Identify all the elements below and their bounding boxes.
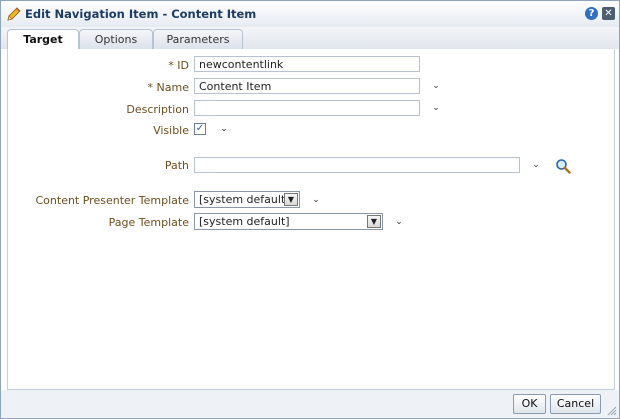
search-icon[interactable] bbox=[555, 158, 571, 174]
id-field[interactable]: newcontentlink bbox=[194, 56, 420, 72]
help-icon[interactable]: ? bbox=[585, 7, 598, 20]
tab-bar: Target Options Parameters bbox=[1, 27, 619, 51]
visible-label: Visible bbox=[153, 124, 189, 137]
page-template-value: [system default] bbox=[199, 215, 290, 228]
description-field[interactable] bbox=[194, 100, 420, 116]
name-required-mark: * bbox=[147, 81, 154, 94]
content-presenter-template-value: [system default] bbox=[199, 193, 290, 206]
name-label: * Name bbox=[101, 81, 189, 94]
edit-navigation-item-dialog: Edit Navigation Item - Content Item ? ✕ … bbox=[0, 0, 620, 419]
id-required-mark: * bbox=[168, 59, 174, 72]
name-field[interactable]: Content Item bbox=[194, 78, 420, 94]
page-template-label: Page Template bbox=[108, 216, 189, 229]
tab-target[interactable]: Target bbox=[7, 29, 79, 51]
ok-button[interactable]: OK bbox=[513, 394, 546, 414]
tab-options[interactable]: Options bbox=[79, 29, 153, 50]
content-presenter-template-chevron-down-icon[interactable]: ⌄ bbox=[311, 195, 321, 205]
tab-parameters[interactable]: Parameters bbox=[153, 29, 243, 50]
name-label-text: Name bbox=[156, 81, 189, 94]
page-template-chevron-down-icon[interactable]: ⌄ bbox=[394, 217, 404, 227]
path-chevron-down-icon[interactable]: ⌄ bbox=[531, 160, 541, 170]
path-field[interactable] bbox=[194, 157, 520, 173]
id-label-text: ID bbox=[177, 59, 189, 72]
page-template-select[interactable]: [system default] ▼ bbox=[194, 213, 383, 230]
resize-grip-icon[interactable] bbox=[605, 404, 617, 416]
pencil-icon bbox=[7, 7, 21, 21]
content-presenter-template-select[interactable]: [system default] ▼ bbox=[194, 191, 300, 208]
select-arrow-icon[interactable]: ▼ bbox=[367, 215, 381, 228]
dialog-titlebar: Edit Navigation Item - Content Item ? ✕ bbox=[1, 1, 619, 27]
select-arrow-icon[interactable]: ▼ bbox=[284, 193, 298, 206]
name-chevron-down-icon[interactable]: ⌄ bbox=[431, 81, 441, 91]
path-label: Path bbox=[164, 159, 189, 172]
visible-checkbox[interactable]: ✓ bbox=[194, 123, 206, 135]
close-icon[interactable]: ✕ bbox=[602, 7, 615, 20]
id-label: * ID bbox=[101, 59, 189, 72]
dialog-title: Edit Navigation Item - Content Item bbox=[25, 7, 257, 21]
description-label: Description bbox=[126, 103, 189, 116]
cancel-button[interactable]: Cancel bbox=[550, 394, 601, 414]
description-chevron-down-icon[interactable]: ⌄ bbox=[431, 103, 441, 113]
dialog-footer: OK Cancel bbox=[1, 390, 619, 418]
content-presenter-template-label: Content Presenter Template bbox=[35, 194, 190, 207]
visible-chevron-down-icon[interactable]: ⌄ bbox=[219, 124, 229, 134]
